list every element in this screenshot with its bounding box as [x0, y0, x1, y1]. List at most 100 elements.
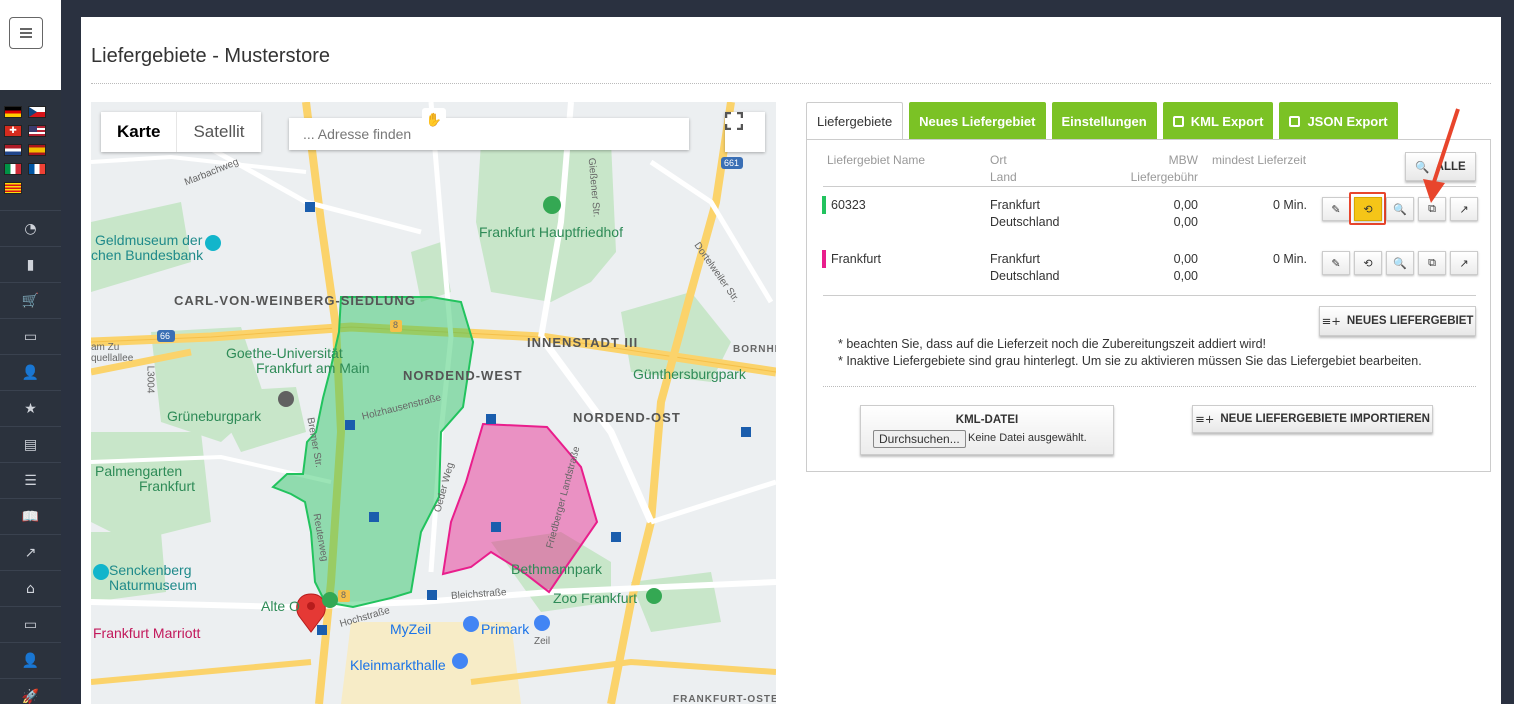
- archive-icon[interactable]: ▤: [0, 426, 61, 462]
- rocket-icon[interactable]: 🚀: [0, 678, 61, 704]
- kml-upload-box: KML-DATEI Durchsuchen... Keine Datei aus…: [860, 405, 1114, 455]
- note-inaktiv: * Inaktive Liefergebiete sind grau hinte…: [838, 354, 1422, 368]
- tab-json-export[interactable]: JSON Export: [1279, 102, 1398, 140]
- zoom-button[interactable]: 🔍: [1386, 251, 1414, 275]
- map-label: chen Bundesbank: [91, 247, 204, 263]
- czech-flag[interactable]: [28, 106, 46, 118]
- bar-chart-icon[interactable]: ▮: [0, 246, 61, 282]
- map-label: Geldmuseum der: [95, 232, 203, 248]
- tab-liefergebiete[interactable]: Liefergebiete: [806, 102, 904, 140]
- map-label: Frankfurt Marriott: [93, 625, 201, 641]
- row-color-mark: [822, 250, 826, 268]
- germany-flag[interactable]: [4, 106, 22, 118]
- liefergebiete-panel: Liefergebiet Name Ort Land MBW Liefergeb…: [806, 139, 1491, 472]
- home-icon[interactable]: ⌂: [0, 570, 61, 606]
- tab-label: KML Export: [1190, 113, 1264, 129]
- map-type-satellit[interactable]: Satellit: [176, 112, 260, 152]
- hand-pan-icon: ✋: [422, 108, 446, 132]
- desktop-icon[interactable]: ▭: [0, 606, 61, 642]
- map-type-karte[interactable]: Karte: [101, 112, 176, 152]
- browse-button[interactable]: Durchsuchen...: [873, 430, 966, 448]
- map-label: Palmengarten: [95, 463, 183, 479]
- external-link-icon: [1172, 115, 1184, 127]
- history-button[interactable]: ⟲: [1354, 197, 1382, 221]
- header-gebuehr: Liefergebühr: [1130, 170, 1198, 184]
- annotation-arrow-icon: [1423, 108, 1460, 203]
- edit-button[interactable]: ✎: [1322, 197, 1350, 221]
- user-add-icon[interactable]: 👤: [0, 354, 61, 390]
- share-button[interactable]: ↗: [1450, 251, 1478, 275]
- map-label: MyZeil: [390, 621, 432, 637]
- map-label: NORDEND-WEST: [403, 368, 523, 383]
- book-icon[interactable]: 📖: [0, 498, 61, 534]
- zoom-button[interactable]: 🔍: [1386, 197, 1414, 221]
- row-lieferzeit: 0 Min.: [1272, 198, 1307, 212]
- map-label: Grüneburgpark: [167, 408, 262, 424]
- tab-kml-export[interactable]: KML Export: [1162, 102, 1274, 140]
- user-icon[interactable]: 👤: [0, 642, 61, 678]
- row-ort: Frankfurt: [990, 198, 1041, 212]
- map-label: am Zu: [91, 342, 120, 353]
- map-label: INNENSTADT III: [527, 335, 639, 350]
- map-label: 661: [724, 158, 740, 168]
- map-label: L3004: [144, 365, 156, 394]
- map-label: quellallee: [91, 353, 134, 364]
- map-label: Senckenberg: [109, 562, 192, 578]
- tab-neues-liefergebiet[interactable]: Neues Liefergebiet: [909, 102, 1046, 140]
- row-color-mark: [822, 196, 826, 214]
- line-chart-icon[interactable]: ↗: [0, 534, 61, 570]
- kml-title: KML-DATEI: [955, 414, 1019, 426]
- italy-flag[interactable]: [4, 163, 22, 175]
- header-lieferzeit: mindest Lieferzeit: [1212, 153, 1307, 167]
- map-label: Zoo Frankfurt: [553, 590, 638, 606]
- star-icon[interactable]: ★: [0, 390, 61, 426]
- history-button[interactable]: ⟲: [1354, 251, 1382, 275]
- import-button[interactable]: ≡+ NEUE LIEFERGEBIETE IMPORTIEREN: [1192, 405, 1433, 433]
- notes-divider: [823, 386, 1476, 387]
- cart-icon[interactable]: 🛒: [0, 282, 61, 318]
- tab-einstellungen[interactable]: Einstellungen: [1051, 102, 1157, 140]
- list-add-icon: ≡+: [1195, 412, 1215, 426]
- row-lieferzeit: 0 Min.: [1272, 252, 1307, 266]
- map-label: Zeil: [534, 636, 551, 647]
- no-file-text: Keine Datei ausgewählt.: [968, 432, 1087, 444]
- list-icon[interactable]: ☰: [0, 462, 61, 498]
- map-type-control: Karte Satellit: [101, 112, 261, 152]
- map-label: Bethmannpark: [511, 561, 603, 577]
- map-label: Frankfurt am Main: [256, 360, 370, 376]
- swiss-flag[interactable]: ✚: [4, 125, 22, 137]
- catalonia-flag[interactable]: [4, 182, 22, 194]
- map-label: 66: [160, 331, 171, 341]
- us-flag[interactable]: [28, 125, 46, 137]
- map-label: NORDEND-OST: [573, 410, 681, 425]
- dashboard-icon[interactable]: ◔: [0, 210, 61, 246]
- monitor-icon[interactable]: ▭: [0, 318, 61, 354]
- map-label: Primark: [481, 621, 530, 637]
- title-divider: [91, 83, 1491, 84]
- row-ort: Frankfurt: [990, 252, 1041, 266]
- copy-button[interactable]: ⧉: [1418, 251, 1446, 275]
- address-search-input[interactable]: [289, 118, 689, 150]
- row-mbw: 0,00: [1173, 252, 1198, 266]
- main-panel: Liefergebiete - Musterstore Karte Satell…: [81, 17, 1501, 704]
- fullscreen-icon[interactable]: [725, 112, 765, 152]
- france-flag[interactable]: [28, 163, 46, 175]
- hamburger-menu-icon[interactable]: [9, 17, 43, 49]
- row-land: Deutschland: [990, 215, 1060, 229]
- map-label: Alte O: [261, 598, 300, 614]
- header-ort: Ort: [990, 153, 1007, 167]
- map-label: FRANKFURT-OSTEN: [673, 694, 776, 704]
- import-button-label: NEUE LIEFERGEBIETE IMPORTIEREN: [1220, 413, 1430, 425]
- map-label: 8: [341, 590, 347, 600]
- row-name: 60323: [831, 198, 866, 212]
- spain-flag[interactable]: [28, 144, 46, 156]
- map-label: Goethe-Universität: [226, 345, 343, 361]
- header-name: Liefergebiet Name: [827, 153, 926, 167]
- list-add-icon: ≡+: [1321, 314, 1341, 328]
- map-label: Günthersburgpark: [633, 366, 746, 382]
- netherlands-flag[interactable]: [4, 144, 22, 156]
- edit-button[interactable]: ✎: [1322, 251, 1350, 275]
- delivery-map[interactable]: Karte Satellit ✋ Geldmuseum der chen Bun…: [91, 102, 776, 704]
- row-gebuehr: 0,00: [1173, 215, 1198, 229]
- new-liefergebiet-button[interactable]: ≡+ NEUES LIEFERGEBIET: [1319, 306, 1476, 336]
